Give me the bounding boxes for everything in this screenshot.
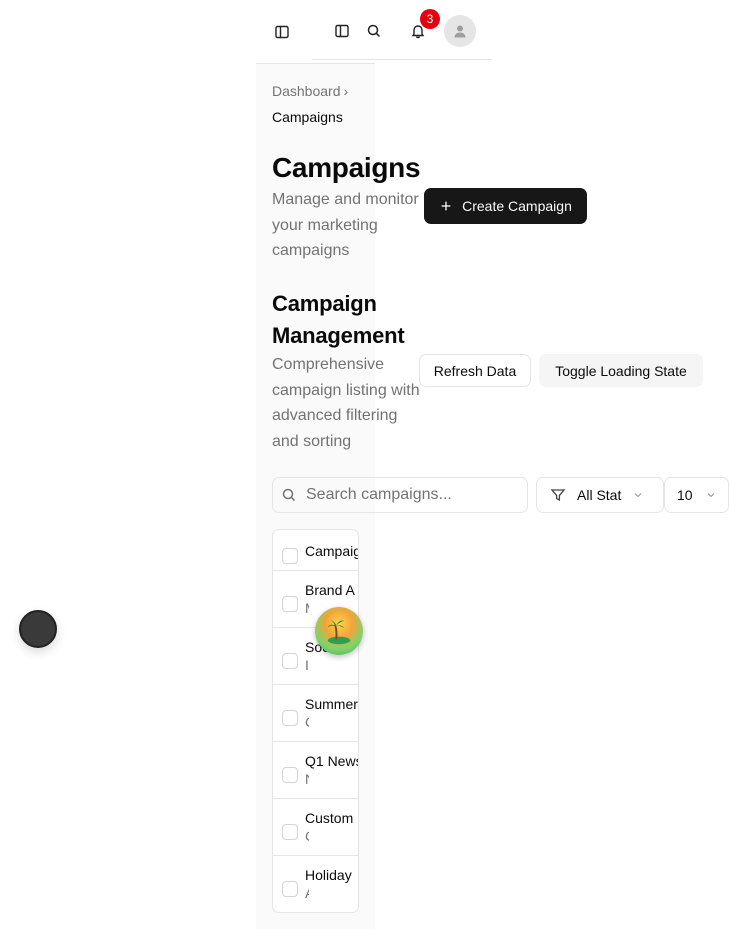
chevron-down-icon (634, 493, 642, 498)
table-row[interactable]: Summer C (273, 685, 358, 742)
row-checkbox[interactable] (282, 824, 298, 840)
table-row[interactable]: Custom C (273, 799, 358, 856)
chevron-right-icon: › (343, 83, 349, 99)
breadcrumb: Dashboard › (272, 83, 348, 99)
status-filter-value: All Stat (577, 487, 622, 503)
campaign-description: A (305, 885, 309, 901)
filter-icon (550, 489, 566, 502)
breadcrumb-current: Campaigns (272, 109, 343, 125)
create-campaign-label: Create Campaign (462, 198, 572, 214)
search-icon (282, 488, 296, 502)
notification-badge: 3 (420, 9, 440, 29)
user-icon (454, 25, 466, 38)
sidebar-divider (256, 63, 375, 64)
toggle-loading-button[interactable]: Toggle Loading State (539, 354, 703, 387)
refresh-data-button[interactable]: Refresh Data (419, 354, 531, 387)
chevron-down-icon (707, 493, 714, 498)
select-all-checkbox[interactable] (282, 548, 298, 564)
campaign-description: C (305, 828, 309, 844)
rows-per-page-select[interactable]: 10 (664, 477, 729, 513)
avatar[interactable] (444, 15, 476, 47)
search-icon[interactable] (360, 17, 388, 45)
rows-per-page-value: 10 (677, 487, 693, 503)
campaign-description: I (305, 657, 309, 673)
breadcrumb-dashboard-link[interactable]: Dashboard (272, 83, 341, 99)
island-logo-icon[interactable] (315, 607, 363, 655)
campaign-name: Brand A (305, 582, 355, 598)
table-row[interactable]: Q1 News N (273, 742, 358, 799)
topbar-divider (312, 59, 492, 60)
campaign-name: Custom (305, 810, 354, 826)
campaign-description: M (305, 600, 309, 616)
row-checkbox[interactable] (282, 881, 298, 897)
page-subtitle: Manage and monitor your marketing campai… (272, 191, 419, 259)
panel-toggle-icon[interactable] (328, 17, 356, 45)
row-checkbox[interactable] (282, 710, 298, 726)
campaign-name: Q1 News (305, 753, 359, 769)
section-title: Campaign Management (272, 291, 405, 348)
table-header: Campaig (273, 530, 358, 571)
search-field[interactable] (272, 477, 528, 513)
section-subtitle: Comprehensive campaign listing with adva… (272, 356, 420, 450)
page-title: Campaigns (272, 152, 421, 183)
sidebar-toggle-icon[interactable] (268, 18, 296, 46)
table-row[interactable]: Holiday A (273, 856, 358, 912)
campaign-name: Holiday (305, 867, 352, 883)
row-checkbox[interactable] (282, 653, 298, 669)
search-input[interactable] (306, 486, 506, 504)
palm-tree-icon (327, 619, 351, 645)
campaign-description: N (305, 771, 309, 787)
create-campaign-button[interactable]: Create Campaign (424, 188, 587, 224)
column-header-campaign: Campaig (305, 543, 359, 559)
plus-icon (441, 201, 451, 211)
campaigns-table: Campaig Brand A M Soc I Summer C Q1 News… (272, 529, 359, 913)
row-checkbox[interactable] (282, 767, 298, 783)
campaign-name: Summer (305, 696, 358, 712)
campaign-description: C (305, 714, 309, 730)
status-filter-select[interactable]: All Stat (536, 477, 664, 513)
row-checkbox[interactable] (282, 596, 298, 612)
floating-action-button[interactable] (19, 610, 57, 648)
